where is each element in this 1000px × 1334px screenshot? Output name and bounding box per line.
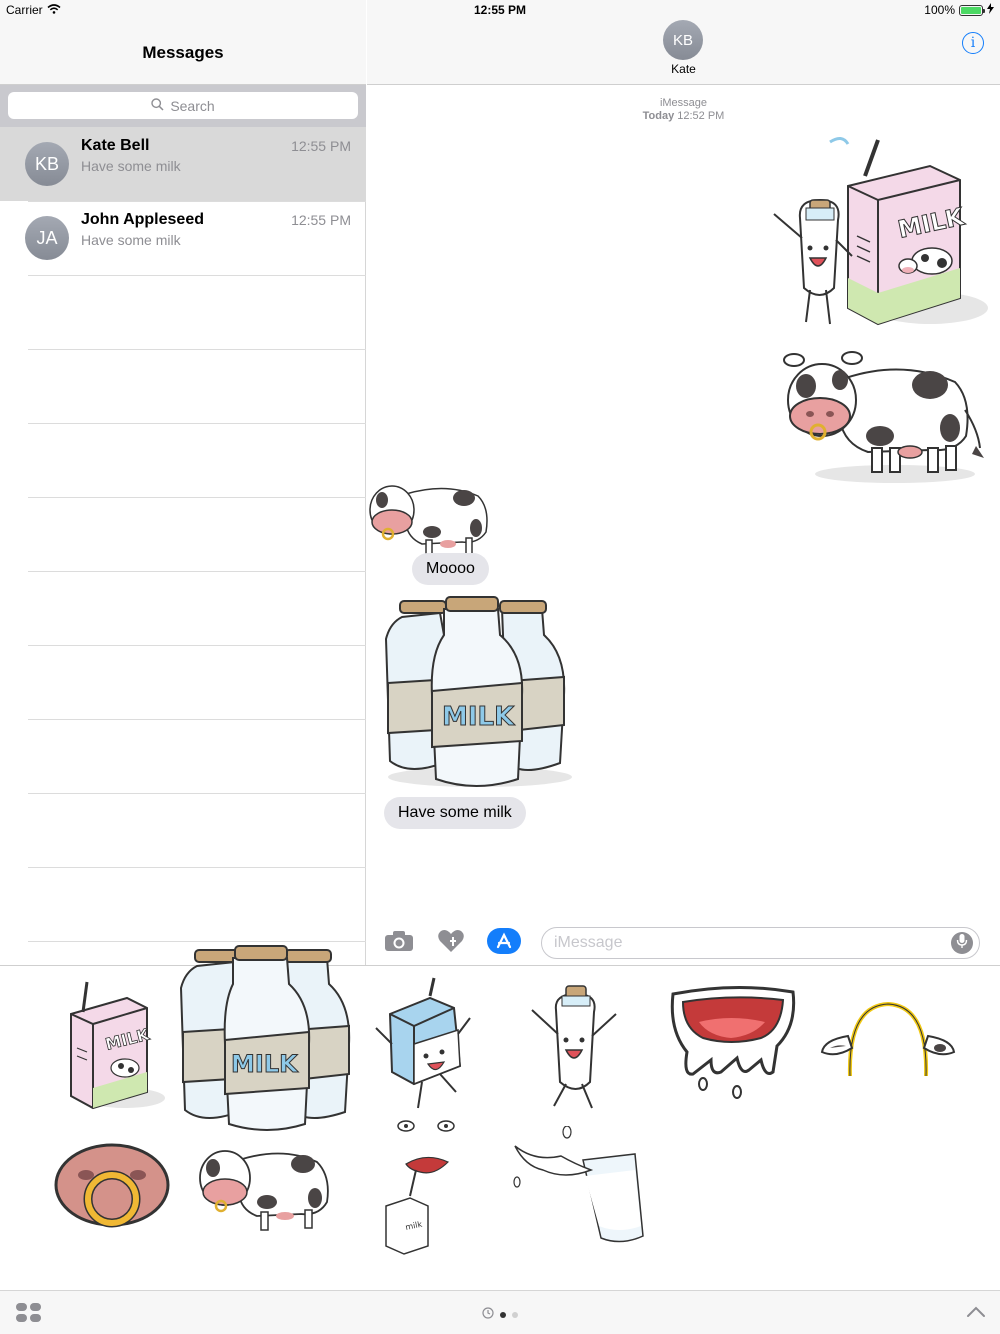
app-drawer-button[interactable]	[16, 1303, 42, 1328]
app-drawer-bar	[0, 1290, 1000, 1334]
search-icon	[151, 97, 164, 114]
battery-fill	[961, 6, 981, 14]
small-cow-icon	[369, 485, 488, 557]
list-divider	[28, 497, 366, 498]
recents-icon	[482, 1306, 494, 1324]
digital-touch-icon	[437, 929, 465, 958]
conversation-name: John Appleseed	[81, 211, 204, 228]
compose-bar: iMessage	[367, 920, 1000, 965]
search-placeholder: Search	[170, 97, 215, 114]
microphone-button[interactable]	[951, 932, 973, 954]
search-input[interactable]: Search	[8, 92, 358, 119]
charging-icon	[987, 3, 994, 17]
sticker-cow-drawer[interactable]	[195, 1136, 340, 1236]
date-time: 12:52 PM	[677, 110, 725, 122]
list-divider	[28, 941, 366, 942]
app-store-button[interactable]	[487, 927, 521, 959]
collapse-chevron-icon	[966, 1305, 986, 1322]
app-store-icon	[487, 927, 521, 959]
collapse-button[interactable]	[966, 1305, 986, 1323]
camera-icon	[384, 930, 414, 957]
info-button[interactable]: i	[962, 32, 984, 54]
sticker-dripping-mouth[interactable]	[665, 980, 800, 1100]
sticker-milk-glass-splash[interactable]	[505, 1125, 650, 1246]
conversation-preview: Have some milk	[81, 158, 181, 174]
contact-name[interactable]: Kate	[367, 62, 1000, 76]
cow-ears-headband-icon	[820, 1001, 956, 1077]
microphone-icon	[956, 933, 968, 954]
list-divider	[28, 201, 366, 202]
message-bubble[interactable]: Have some milk	[384, 797, 526, 829]
contact-avatar[interactable]: KB	[663, 20, 703, 60]
status-time: 12:55 PM	[473, 3, 527, 17]
list-divider	[28, 349, 366, 350]
milk-bottles-icon: MILK	[179, 945, 351, 1131]
sticker-cow-ears-headband[interactable]	[818, 996, 958, 1081]
sticker-milk-carton-with-lips[interactable]: milk	[380, 1116, 460, 1256]
page-indicator[interactable]	[482, 1306, 518, 1324]
sticker-cow[interactable]	[780, 340, 988, 485]
avatar: KB	[25, 142, 69, 186]
service-label: iMessage	[659, 97, 708, 109]
sticker-three-milk-bottles[interactable]: MILK	[380, 595, 575, 790]
milk-glass-splash-icon	[513, 1125, 644, 1243]
message-text: Have some milk	[398, 804, 512, 821]
conversation-time: 12:55 PM	[291, 212, 351, 228]
milk-carton-icon: MILK	[70, 981, 165, 1110]
cow-icon	[199, 1150, 329, 1231]
sticker-cow-nose-ring[interactable]	[52, 1141, 172, 1231]
cow-nose-ring-icon	[54, 1143, 170, 1228]
sticker-drawer: MILK MILK milk	[0, 945, 1000, 1290]
list-divider	[28, 645, 366, 646]
digital-touch-button[interactable]	[435, 929, 467, 958]
thread-timestamp: iMessage Today 12:52 PM	[367, 97, 1000, 123]
milk-carton-lips-icon: milk	[385, 1120, 455, 1255]
battery-icon	[959, 4, 985, 16]
page-dot	[512, 1312, 518, 1318]
page-dot-active	[500, 1312, 506, 1318]
search-bar-area: Search	[0, 85, 366, 127]
conversation-preview: Have some milk	[81, 232, 181, 248]
date-line: Today 12:52 PM	[367, 110, 1000, 123]
list-divider	[28, 793, 366, 794]
conversation-row-kate-bell[interactable]: KB Kate Bell 12:55 PM Have some milk	[0, 127, 366, 201]
message-input-placeholder: iMessage	[554, 934, 623, 951]
sticker-milk-carton-character[interactable]	[370, 974, 480, 1114]
cow-icon	[783, 351, 984, 483]
dripping-mouth-icon	[670, 985, 796, 1099]
list-divider	[28, 571, 366, 572]
sticker-milk-carton-with-cow[interactable]: MILK	[55, 976, 170, 1111]
avatar: JA	[25, 216, 69, 260]
conversation-row-john-appleseed[interactable]: JA John Appleseed 12:55 PM Have some mil…	[0, 201, 366, 275]
list-divider	[28, 719, 366, 720]
milk-bottles-icon: MILK	[384, 596, 572, 787]
status-right: 100%	[924, 3, 994, 17]
camera-button[interactable]	[383, 930, 415, 956]
list-divider	[28, 275, 366, 276]
battery-percent: 100%	[924, 3, 955, 17]
message-bubble[interactable]: Moooo	[412, 553, 489, 585]
app-drawer-icon	[16, 1303, 42, 1327]
conversation-time: 12:55 PM	[291, 138, 351, 154]
milk-bottle-character-icon	[531, 985, 617, 1109]
messages-app: Carrier 12:55 PM 100% Messages Search KB…	[0, 0, 1000, 1334]
milk-carton-character-icon	[375, 977, 471, 1109]
milk-bottle-and-carton-icon: MILK	[773, 137, 988, 326]
bottle-label: MILK	[231, 1050, 299, 1078]
sticker-three-milk-bottles-selected[interactable]: MILK	[175, 944, 360, 1134]
sticker-milk-bottle-character[interactable]	[520, 974, 635, 1114]
conversation-list-pane: Messages Search KB Kate Bell 12:55 PM Ha…	[0, 0, 366, 965]
sticker-small-cow[interactable]	[366, 472, 501, 562]
bottle-label: MILK	[442, 702, 515, 732]
list-divider	[28, 867, 366, 868]
page-title: Messages	[142, 43, 224, 62]
list-divider	[28, 423, 366, 424]
status-bar: Carrier 12:55 PM 100%	[0, 0, 1000, 20]
message-text: Moooo	[426, 560, 475, 577]
message-input[interactable]: iMessage	[541, 927, 980, 959]
conversation-name: Kate Bell	[81, 137, 150, 154]
date-label: Today	[642, 110, 675, 122]
sticker-milk-bottle-and-carton[interactable]: MILK	[760, 128, 990, 333]
